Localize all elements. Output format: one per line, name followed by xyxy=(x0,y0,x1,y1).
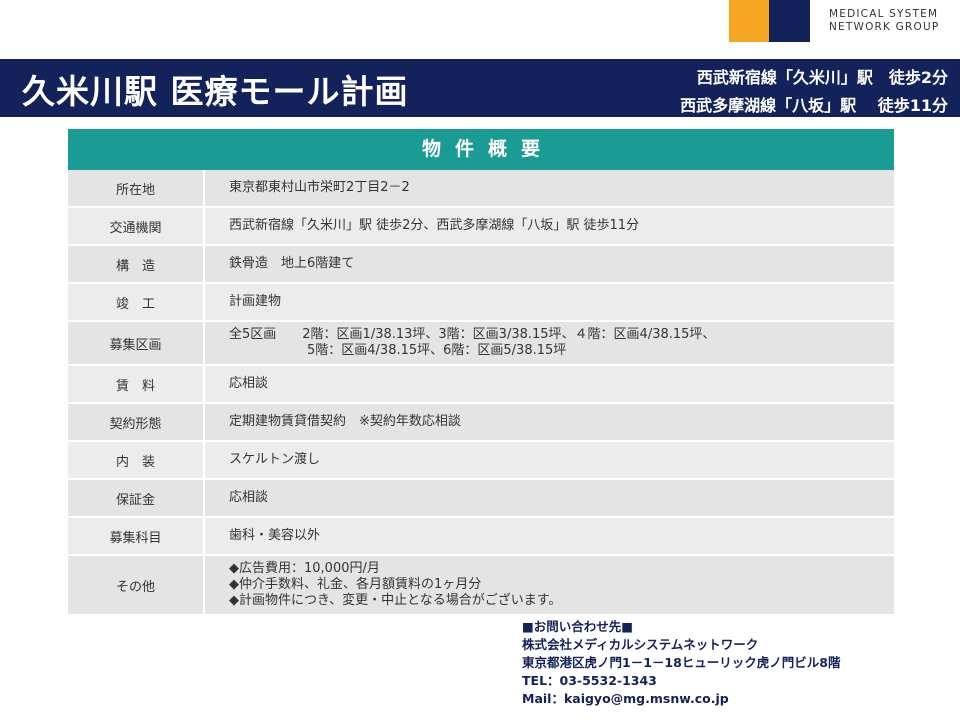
row-value-line: 応相談 xyxy=(229,490,269,505)
contact-address: 東京都港区虎ノ門1－1－18ヒューリック虎ノ門ビル8階 xyxy=(522,655,841,670)
row-label: 募集科目 xyxy=(68,518,205,554)
row-label: 賃 料 xyxy=(68,366,205,402)
row-value: 定期建物賃貸借契約 ※契約年数応相談 xyxy=(205,404,894,440)
row-value: 全5区画 2階：区画1/38.13坪、3階：区画3/38.15坪、４階：区画4/… xyxy=(205,322,894,364)
row-value: 東京都東村山市栄町2丁目2－2 xyxy=(205,170,894,206)
row-label: 契約形態 xyxy=(68,404,205,440)
access-line-2: 西武多摩湖線「八坂」駅 徒歩11分 xyxy=(680,96,948,115)
table-row: 契約形態 定期建物賃貸借契約 ※契約年数応相談 xyxy=(68,404,894,442)
row-value-line: ◆広告費用：10,000円/月 xyxy=(229,561,380,576)
table-row: 募集区画 全5区画 2階：区画1/38.13坪、3階：区画3/38.15坪、４階：… xyxy=(68,322,894,366)
row-value: 西武新宿線「久米川」駅 徒歩2分、西武多摩湖線「八坂」駅 徒歩11分 xyxy=(205,208,894,244)
property-overview-table: 物件概要 所在地 東京都東村山市栄町2丁目2－2 交通機関 西武新宿線「久米川」駅 徒… xyxy=(68,129,894,616)
title-banner: 久米川駅 医療モール計画 西武新宿線「久米川」駅 徒歩2分 西武多摩湖線「八坂」… xyxy=(0,59,960,117)
access-line-1: 西武新宿線「久米川」駅 徒歩2分 xyxy=(696,68,948,87)
row-label: 竣 工 xyxy=(68,284,205,320)
logo-navy-block xyxy=(769,0,810,42)
table-row: 所在地 東京都東村山市栄町2丁目2－2 xyxy=(68,170,894,208)
row-label: 交通機関 xyxy=(68,208,205,244)
row-value-line: 歯科・美容以外 xyxy=(229,528,321,543)
row-value-line: ◆仲介手数料、礼金、各月額賃料の1ヶ月分 xyxy=(229,577,482,592)
row-value-line: スケルトン渡し xyxy=(229,452,321,467)
row-label: 内 装 xyxy=(68,442,205,478)
row-value-line: 鉄骨造 地上6階建て xyxy=(229,256,355,271)
row-value-line: 東京都東村山市栄町2丁目2－2 xyxy=(229,180,410,195)
row-value: ◆広告費用：10,000円/月 ◆仲介手数料、礼金、各月額賃料の1ヶ月分 ◆計画物件… xyxy=(205,556,894,614)
row-label: 所在地 xyxy=(68,170,205,206)
contact-heading: ■お問い合わせ先■ xyxy=(522,619,634,634)
table-row: 構 造 鉄骨造 地上6階建て xyxy=(68,246,894,284)
row-label: 保証金 xyxy=(68,480,205,516)
row-value: 鉄骨造 地上6階建て xyxy=(205,246,894,282)
row-value-line: 計画建物 xyxy=(229,294,282,309)
table-row: 募集科目 歯科・美容以外 xyxy=(68,518,894,556)
contact-company: 株式会社メディカルシステムネットワーク xyxy=(522,637,759,652)
row-label: 構 造 xyxy=(68,246,205,282)
company-logo-text: MEDICAL SYSTEM NETWORK GROUP xyxy=(829,8,939,34)
row-value: 応相談 xyxy=(205,480,894,516)
logo-line-2: NETWORK GROUP xyxy=(829,21,940,33)
table-row: 保証金 応相談 xyxy=(68,480,894,518)
table-row: 交通機関 西武新宿線「久米川」駅 徒歩2分、西武多摩湖線「八坂」駅 徒歩11分 xyxy=(68,208,894,246)
row-label: 募集区画 xyxy=(68,322,205,364)
row-value-line: ◆計画物件につき、変更・中止となる場合がございます。 xyxy=(229,593,562,608)
table-row: 賃 料 応相談 xyxy=(68,366,894,404)
overview-heading: 物件概要 xyxy=(68,129,894,170)
contact-mail: Mail：kaigyo@mg.msnw.co.jp xyxy=(522,691,729,706)
logo-line-1: MEDICAL SYSTEM xyxy=(829,8,939,20)
row-value: 歯科・美容以外 xyxy=(205,518,894,554)
row-value: スケルトン渡し xyxy=(205,442,894,478)
row-value-line: 全5区画 2階：区画1/38.13坪、3階：区画3/38.15坪、４階：区画4/… xyxy=(229,327,716,342)
overview-rows: 所在地 東京都東村山市栄町2丁目2－2 交通機関 西武新宿線「久米川」駅 徒歩2分、西… xyxy=(68,170,894,616)
contact-block: ■お問い合わせ先■ 株式会社メディカルシステムネットワーク 東京都港区虎ノ門1－… xyxy=(522,618,841,708)
logo-orange-block xyxy=(729,0,769,42)
contact-tel: TEL：03-5532-1343 xyxy=(522,673,657,688)
row-value-line: 西武新宿線「久米川」駅 徒歩2分、西武多摩湖線「八坂」駅 徒歩11分 xyxy=(229,218,640,233)
row-label: その他 xyxy=(68,556,205,614)
table-row: 竣 工 計画建物 xyxy=(68,284,894,322)
table-row: その他 ◆広告費用：10,000円/月 ◆仲介手数料、礼金、各月額賃料の1ヶ月分 ◆計… xyxy=(68,556,894,616)
table-row: 内 装 スケルトン渡し xyxy=(68,442,894,480)
row-value-line: 応相談 xyxy=(229,376,269,391)
row-value: 計画建物 xyxy=(205,284,894,320)
row-value-line: 5階：区画4/38.15坪、6階：区画5/38.15坪 xyxy=(229,343,567,358)
row-value-line: 定期建物賃貸借契約 ※契約年数応相談 xyxy=(229,414,461,429)
row-value: 応相談 xyxy=(205,366,894,402)
page-title: 久米川駅 医療モール計画 xyxy=(22,72,409,111)
